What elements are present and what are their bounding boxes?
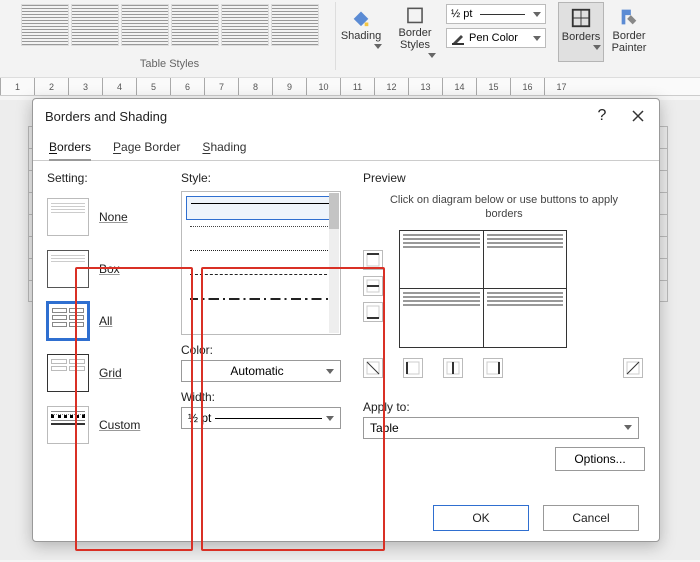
borders-button[interactable]: Borders: [558, 2, 604, 62]
border-styles-icon: [404, 6, 426, 25]
borders-icon: [570, 7, 592, 29]
dialog-title: Borders and Shading: [45, 109, 167, 124]
style-listbox[interactable]: [181, 191, 341, 335]
tab-borders[interactable]: Borders: [49, 133, 91, 161]
cancel-button[interactable]: Cancel: [543, 505, 639, 531]
border-left-button[interactable]: [403, 358, 423, 378]
dialog-footer: OK Cancel: [33, 495, 659, 541]
border-vmid-button[interactable]: [443, 358, 463, 378]
borders-shading-dialog: Borders and Shading ? Borders Page Borde…: [32, 98, 660, 542]
tab-page-border[interactable]: Page Border: [113, 133, 180, 161]
border-diag-up-button[interactable]: [623, 358, 643, 378]
border-top-button[interactable]: [363, 250, 383, 270]
setting-grid[interactable]: Grid: [47, 347, 163, 399]
table-style-gallery[interactable]: [21, 4, 319, 46]
paint-bucket-icon: [350, 6, 372, 28]
style-label: Style:: [181, 171, 345, 185]
border-painter-icon: [618, 6, 640, 28]
pen-icon: [451, 31, 465, 45]
ruler[interactable]: 1234567891011121314151617: [0, 78, 700, 96]
width-label: Width:: [181, 390, 345, 404]
setting-label: Setting:: [47, 171, 163, 185]
preview-label: Preview: [363, 171, 645, 185]
setting-box[interactable]: Box: [47, 243, 163, 295]
dialog-titlebar: Borders and Shading ?: [33, 99, 659, 133]
border-bottom-button[interactable]: [363, 302, 383, 322]
border-weight-combo[interactable]: ½ pt: [446, 4, 546, 24]
setting-custom[interactable]: Custom: [47, 399, 163, 451]
close-icon: [631, 109, 645, 123]
shading-button[interactable]: Shading: [338, 2, 384, 62]
apply-to-label: Apply to:: [363, 400, 645, 414]
border-painter-button[interactable]: Border Painter: [606, 2, 652, 62]
color-label: Color:: [181, 343, 345, 357]
border-styles-button[interactable]: Border Styles: [392, 2, 438, 62]
pen-color-combo[interactable]: Pen Color: [446, 28, 546, 48]
ok-button[interactable]: OK: [433, 505, 529, 531]
setting-none[interactable]: None: [47, 191, 163, 243]
border-diag-down-button[interactable]: [363, 358, 383, 378]
options-button[interactable]: Options...: [555, 447, 645, 471]
setting-all[interactable]: All: [47, 295, 163, 347]
border-hmid-button[interactable]: [363, 276, 383, 296]
dialog-tabs: Borders Page Border Shading: [33, 133, 659, 161]
width-combo[interactable]: ½ pt: [181, 407, 341, 429]
setting-column: Setting: None Box All Grid Custom: [47, 171, 163, 495]
preview-column: Preview Click on diagram below or use bu…: [363, 171, 645, 495]
group-label-tablestyles: Table Styles: [140, 58, 199, 70]
close-button[interactable]: [629, 107, 647, 125]
ribbon: Table Styles Shading Border Styles ½ pt …: [0, 0, 700, 78]
style-scroll-thumb[interactable]: [329, 193, 339, 229]
border-right-button[interactable]: [483, 358, 503, 378]
apply-to-combo[interactable]: Table: [363, 417, 639, 439]
preview-diagram[interactable]: [399, 230, 567, 348]
tab-shading[interactable]: Shading: [202, 133, 246, 161]
style-column: Style: Color: Automatic Width: ½ pt: [181, 171, 345, 495]
color-combo[interactable]: Automatic: [181, 360, 341, 382]
help-button[interactable]: ?: [593, 107, 611, 125]
preview-hint: Click on diagram below or use buttons to…: [383, 193, 625, 222]
